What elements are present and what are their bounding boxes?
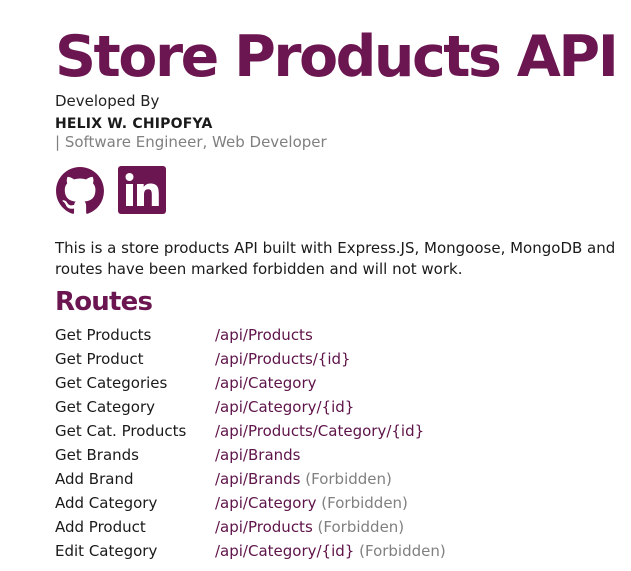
route-name: Add Product: [55, 518, 146, 536]
route-path-link[interactable]: /api/Products: [215, 326, 313, 344]
route-row: Add Product/api/Products (Forbidden): [55, 515, 446, 539]
route-name: Get Products: [55, 326, 152, 344]
route-name: Add Brand: [55, 470, 134, 488]
route-path-link[interactable]: /api/Category: [215, 494, 317, 512]
route-path-cell: /api/Category/{id}: [215, 395, 446, 419]
github-icon: [56, 167, 104, 214]
route-path-link[interactable]: /api/Brands: [215, 446, 300, 464]
route-path-cell: /api/Products/{id}: [215, 347, 446, 371]
route-row: Add Brand/api/Brands (Forbidden): [55, 467, 446, 491]
author-name: HELIX W. CHIPOFYA: [55, 116, 213, 132]
route-forbidden-note: (Forbidden): [317, 518, 405, 536]
route-name: Add Category: [55, 494, 158, 512]
route-forbidden-note: (Forbidden): [321, 494, 408, 512]
route-path-cell: /api/Brands: [215, 443, 446, 467]
intro-text: This is a store products API built with …: [55, 238, 631, 280]
route-path-link[interactable]: /api/Category/{id}: [215, 542, 354, 560]
linkedin-link[interactable]: [118, 166, 168, 216]
route-name: Get Category: [55, 398, 156, 416]
page-title: Store Products API: [55, 24, 619, 90]
route-path-cell: /api/Category/{id} (Forbidden): [215, 539, 446, 563]
route-forbidden-note: (Forbidden): [305, 470, 392, 488]
route-name: Get Brands: [55, 446, 139, 464]
route-path-cell: /api/Category (Forbidden): [215, 491, 446, 515]
route-row: Get Product/api/Products/{id}: [55, 347, 446, 371]
page-content: Store Products API Developed By HELIX W.…: [55, 22, 631, 563]
route-path-cell: /api/Products (Forbidden): [215, 515, 446, 539]
routes-table: Get Products/api/Products Get Product/api…: [55, 323, 446, 563]
route-path-cell: /api/Brands (Forbidden): [215, 467, 446, 491]
route-path-link[interactable]: /api/Products/{id}: [215, 350, 351, 368]
route-path-link[interactable]: /api/Products: [215, 518, 313, 536]
route-row: Add Category/api/Category (Forbidden): [55, 491, 446, 515]
route-path-cell: /api/Products: [215, 323, 446, 347]
route-path-cell: /api/Category: [215, 371, 446, 395]
route-row: Get Cat. Products/api/Products/Category/…: [55, 419, 446, 443]
route-name: Get Product: [55, 350, 144, 368]
route-name: Get Categories: [55, 374, 168, 392]
route-row: Get Categories/api/Category: [55, 371, 446, 395]
route-name: Edit Category: [55, 542, 158, 560]
intro-line: routes have been marked forbidden and wi…: [55, 260, 463, 278]
route-row: Edit Category/api/Category/{id} (Forbidd…: [55, 539, 446, 563]
route-row: Get Category/api/Category/{id}: [55, 395, 446, 419]
routes-heading: Routes: [55, 287, 153, 317]
route-row: Get Products/api/Products: [55, 323, 446, 347]
route-path-link[interactable]: /api/Brands: [215, 470, 300, 488]
intro-line: This is a store products API built with …: [55, 239, 616, 257]
route-path-link[interactable]: /api/Category/{id}: [215, 398, 354, 416]
route-name: Get Cat. Products: [55, 422, 187, 440]
route-forbidden-note: (Forbidden): [359, 542, 446, 560]
github-link[interactable]: [55, 166, 105, 216]
route-path-link[interactable]: /api/Category: [215, 374, 317, 392]
social-links: [55, 166, 631, 216]
route-path-cell: /api/Products/Category/{id}: [215, 419, 446, 443]
author-role: | Software Engineer, Web Developer: [55, 133, 327, 151]
route-row: Get Brands/api/Brands: [55, 443, 446, 467]
linkedin-icon: [118, 166, 166, 214]
developed-by-label: Developed By: [55, 92, 160, 110]
route-path-link[interactable]: /api/Products/Category/{id}: [215, 422, 424, 440]
